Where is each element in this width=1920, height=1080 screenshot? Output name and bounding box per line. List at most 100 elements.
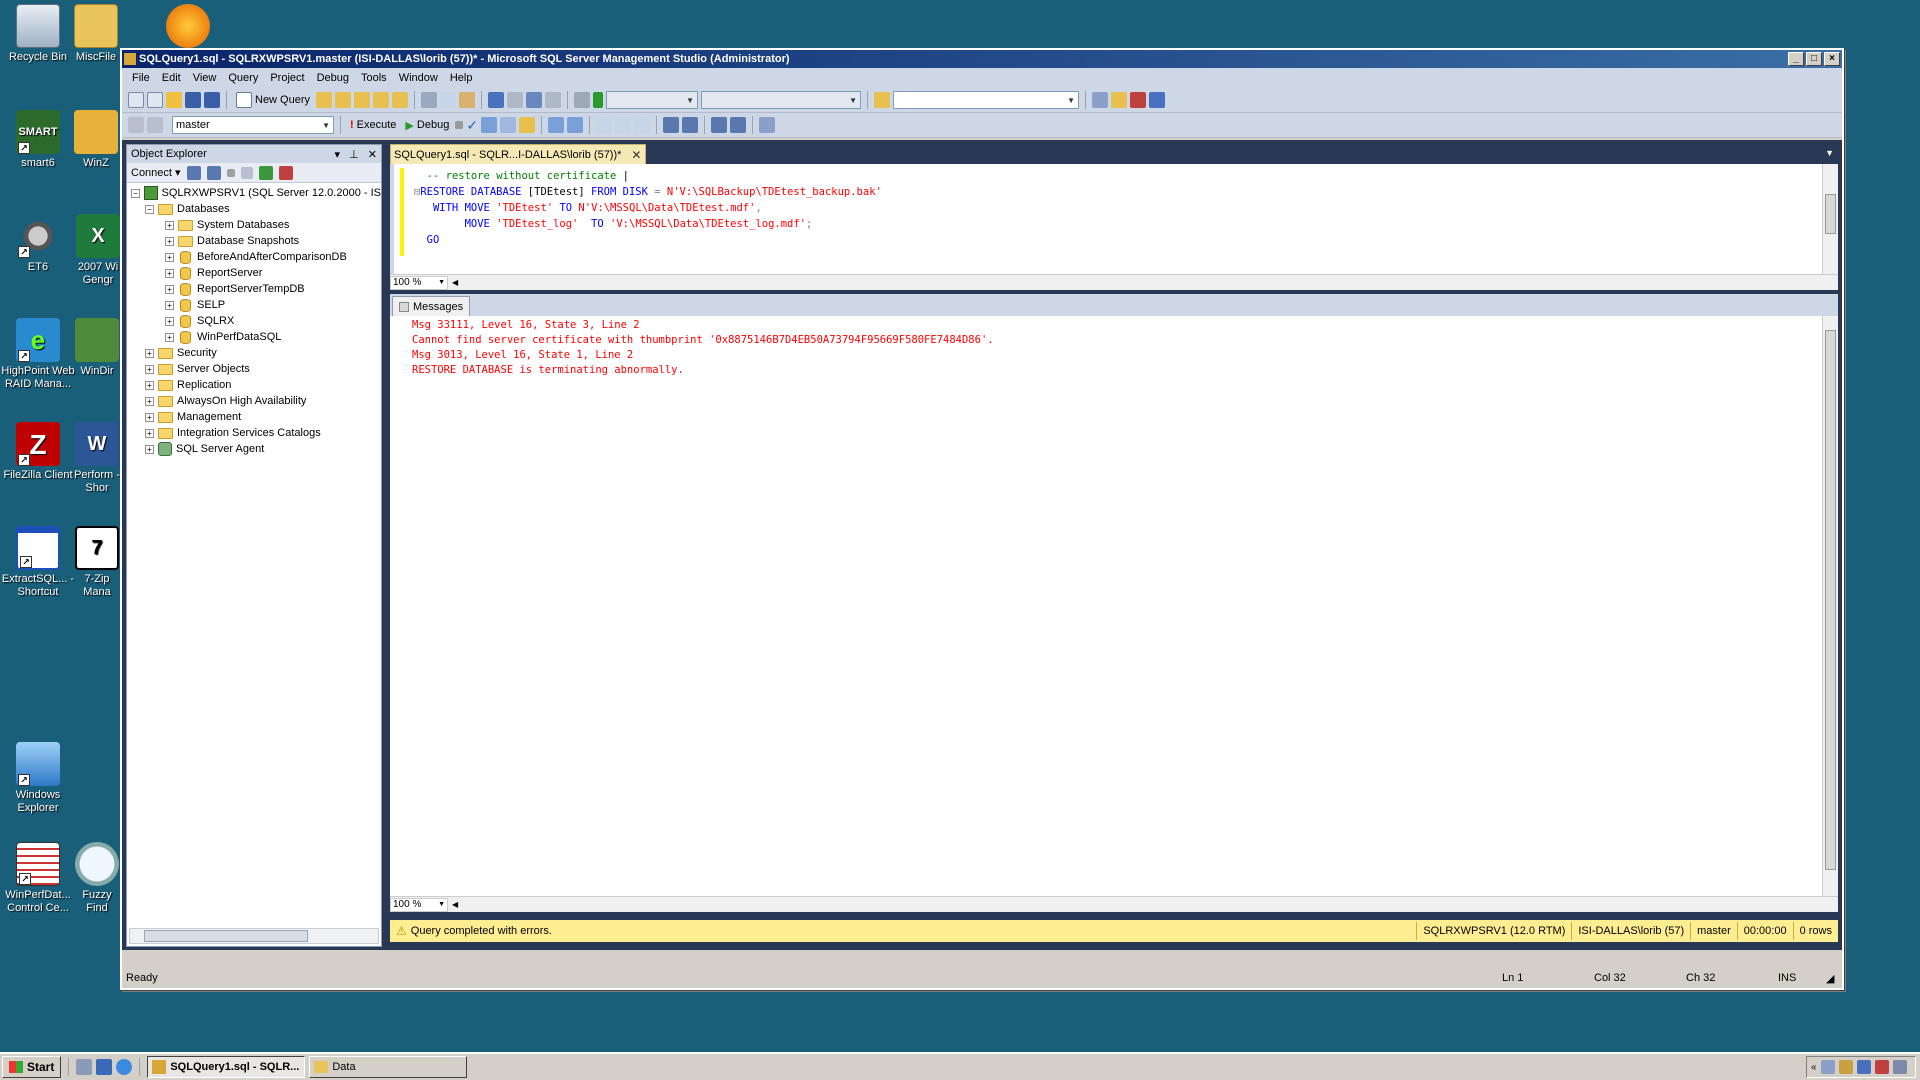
menu-window[interactable]: Window [393,72,444,84]
start-icon[interactable] [593,92,604,108]
navigate-forward-icon[interactable] [545,92,562,108]
print-icon[interactable] [574,92,591,108]
desktop-icon-winperfdata[interactable]: ↗ WinPerfDat... Control Ce... [0,842,76,915]
undo-icon[interactable] [488,92,505,108]
cancel-query-icon[interactable] [455,121,464,129]
menu-debug[interactable]: Debug [311,72,355,84]
scrollbar-thumb[interactable] [1825,194,1836,234]
collapse-icon[interactable]: − [131,188,140,198]
tree-node-server-objects[interactable]: + Server Objects [131,361,381,377]
close-button[interactable]: × [1824,52,1840,66]
debug-button[interactable]: ▶ Debug [402,119,452,132]
tree-node-database[interactable]: + BeforeAndAfterComparisonDB [131,249,381,265]
connect-dropdown[interactable]: Connect ▾ [131,166,181,179]
cut-icon[interactable] [421,92,438,108]
menu-query[interactable]: Query [222,72,264,84]
collapse-icon[interactable]: − [145,204,154,214]
tree-node-system-databases[interactable]: + System Databases [131,217,381,233]
mdx-query-icon[interactable] [354,92,371,108]
new-project-icon[interactable] [128,92,144,108]
monitor-icon[interactable] [1856,1060,1871,1074]
tree-node-server[interactable]: − SQLRXWPSRV1 (SQL Server 12.0.2000 - IS [131,185,381,201]
scrollbar-thumb[interactable] [144,930,308,942]
editor-vertical-scrollbar[interactable] [1822,164,1838,274]
xmla-query-icon[interactable] [392,92,409,108]
desktop-icon-highpoint[interactable]: e ↗ HighPoint Web RAID Mana... [0,318,76,391]
find-in-files-icon[interactable] [874,92,891,108]
tree-node-replication[interactable]: + Replication [131,377,381,393]
tree-node-security[interactable]: + Security [131,345,381,361]
chevron-left-icon[interactable]: « [1811,1062,1817,1073]
sql-server-icon[interactable] [1838,1060,1853,1074]
speaker-icon[interactable] [1892,1060,1907,1074]
expand-icon[interactable]: + [145,380,154,390]
expand-icon[interactable]: + [145,348,154,358]
desktop-icon-miscfile[interactable]: MiscFile [74,4,118,64]
database-engine-query-icon[interactable] [316,92,333,108]
add-item-icon[interactable] [147,92,163,108]
desktop-icon-firefox[interactable] [162,4,214,51]
server-manager-icon[interactable] [76,1059,93,1075]
object-explorer-icon[interactable] [1111,92,1128,108]
tree-node-databases[interactable]: − Databases [131,201,381,217]
analysis-query-icon[interactable] [335,92,352,108]
expand-icon[interactable]: + [145,396,154,406]
include-plan-icon[interactable] [548,117,565,133]
client-stats-icon[interactable] [567,117,584,133]
expand-icon[interactable]: + [165,284,174,294]
solution-configurations-combo[interactable]: ▼ [606,91,699,109]
uncomment-icon[interactable] [682,117,699,133]
expand-icon[interactable]: + [165,220,174,230]
desktop-icon-et6[interactable]: ↗ ET6 [0,214,76,274]
query-designer-icon[interactable] [500,117,517,133]
display-plan-icon[interactable] [481,117,498,133]
execute-button[interactable]: ! Execute [347,119,399,131]
show-desktop-icon[interactable] [96,1059,113,1075]
sql-code[interactable]: -- restore without certificate | ⊟RESTOR… [414,168,882,248]
intellisense-icon[interactable] [519,117,536,133]
scroll-left-icon[interactable]: ◀ [452,900,458,909]
save-icon[interactable] [185,92,201,108]
desktop-icon-7zip[interactable]: 7 7-Zip Mana [74,526,120,599]
scroll-left-icon[interactable]: ◀ [452,278,458,287]
expand-icon[interactable]: + [165,300,174,310]
paste-icon[interactable] [459,92,476,108]
specify-values-icon[interactable] [759,117,776,133]
expand-icon[interactable]: + [145,428,154,438]
network-icon[interactable] [1820,1060,1835,1074]
find-combo[interactable]: ▼ [893,91,1080,109]
minimize-button[interactable]: _ [1788,52,1804,66]
internet-explorer-icon[interactable] [116,1059,133,1075]
tree-node-management[interactable]: + Management [131,409,381,425]
messages-pane[interactable]: Msg 33111, Level 16, State 3, Line 2 Cann… [390,316,1838,896]
results-to-file-icon[interactable] [634,117,651,133]
desktop-icon-fuzzy[interactable]: Fuzzy Find [74,842,120,915]
tree-node-database[interactable]: + SELP [131,297,381,313]
desktop-icon-windir[interactable]: WinDir [74,318,120,378]
decrease-indent-icon[interactable] [711,117,728,133]
open-file-icon[interactable] [166,92,182,108]
horizontal-scrollbar[interactable] [129,928,379,944]
desktop-icon-perform[interactable]: W Perform - Shor [74,422,120,495]
chevron-down-icon[interactable]: ▼ [1825,148,1834,158]
desktop-icon-winz[interactable]: WinZ [74,110,118,170]
resize-grip-icon[interactable]: ◢ [1826,972,1842,985]
messages-vertical-scrollbar[interactable] [1822,316,1838,896]
copy-icon[interactable] [440,92,457,108]
activity-monitor-icon[interactable] [278,165,293,180]
desktop-icon-filezilla[interactable]: Z ↗ FileZilla Client [0,422,76,482]
tree-node-database[interactable]: + WinPerfDataSQL [131,329,381,345]
security-icon[interactable] [1874,1060,1889,1074]
close-icon[interactable]: ✕ [368,149,377,161]
menu-project[interactable]: Project [264,72,310,84]
change-connection-icon[interactable] [147,117,163,133]
tab-sqlquery1[interactable]: SQLQuery1.sql - SQLR...I-DALLAS\lorib (5… [390,144,647,164]
registered-servers-icon[interactable] [1092,92,1109,108]
tree-node-alwayson[interactable]: + AlwaysOn High Availability [131,393,381,409]
desktop-icon-recycle-bin[interactable]: Recycle Bin [0,4,76,64]
expand-icon[interactable]: + [165,236,174,246]
save-all-icon[interactable] [204,92,220,108]
connect-object-icon[interactable] [186,165,201,180]
chevron-down-icon[interactable]: ▾ [335,149,341,161]
menu-view[interactable]: View [187,72,223,84]
